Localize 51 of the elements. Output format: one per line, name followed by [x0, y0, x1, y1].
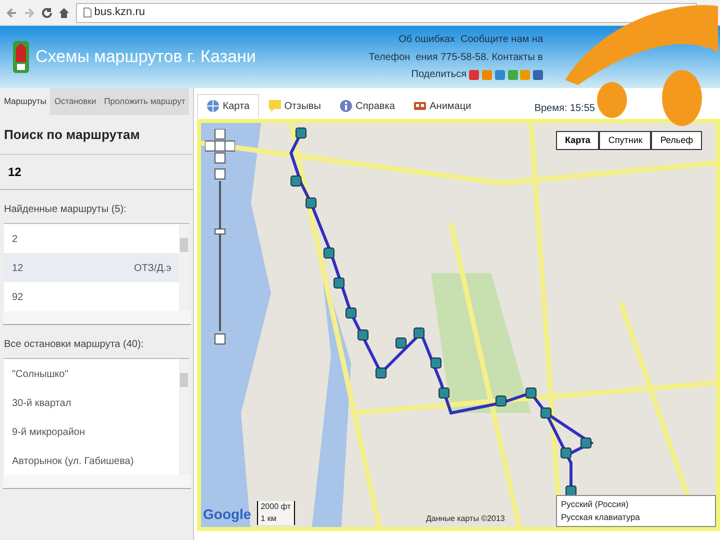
map-attribution: Данные карты ©2013: [426, 512, 505, 524]
map-tab[interactable]: Отзывы: [258, 94, 330, 118]
share-label: Поделиться: [411, 68, 466, 82]
horizontal-scrollbar[interactable]: [2, 475, 190, 490]
tab[interactable]: Остановки: [50, 88, 100, 115]
coat-of-arms-icon: [12, 40, 30, 74]
address-bar[interactable]: bus.kzn.ru: [76, 2, 697, 22]
train-icon: [412, 99, 427, 113]
site-title: Схемы маршрутов г. Казани: [36, 46, 256, 68]
scrollbar[interactable]: [179, 359, 190, 476]
notice-text: Сообщите нам на: [460, 32, 543, 47]
page-icon: [82, 7, 92, 18]
scrollbar[interactable]: [179, 224, 190, 312]
phone-text: Телефон: [368, 50, 410, 64]
map-tab[interactable]: Анимаци: [404, 94, 480, 118]
reload-icon[interactable]: [40, 6, 52, 18]
stops-label: Все остановки маршрута: [4, 338, 120, 352]
found-label: Найденные маршруты: [4, 203, 109, 218]
map-type-button[interactable]: Спутник: [599, 130, 652, 150]
map-type-button[interactable]: Карта: [556, 130, 600, 150]
note-icon: [268, 99, 282, 113]
back-icon[interactable]: [6, 6, 18, 18]
tab[interactable]: Проложить маршрут: [100, 88, 190, 115]
found-label-count: (5):: [111, 203, 126, 218]
share-icon[interactable]: [508, 70, 518, 80]
scale-label: 2000 фт: [260, 500, 291, 512]
share-icon[interactable]: [469, 70, 480, 80]
notice-text: Об ошибках: [398, 32, 455, 47]
stops-label-count: (40):: [123, 338, 144, 352]
globe-icon: [206, 99, 220, 113]
phone-text: ения 775-58-58. Контакты в: [416, 50, 543, 64]
share-icon[interactable]: [533, 70, 543, 80]
share-icon[interactable]: [494, 70, 505, 80]
info-icon: [338, 99, 353, 113]
share-icon[interactable]: [482, 70, 492, 80]
horizontal-scrollbar[interactable]: [2, 311, 190, 326]
map-tab[interactable]: Карта: [197, 94, 259, 118]
scale-label: 1 км: [260, 512, 278, 524]
language-option[interactable]: Русский (Россия): [561, 498, 711, 511]
home-icon[interactable]: [58, 6, 70, 18]
forward-icon[interactable]: [23, 6, 35, 18]
map-drawing[interactable]: [201, 122, 716, 526]
share-icon[interactable]: [520, 70, 530, 80]
route-item[interactable]: 12 ОТЗ/Д.э: [4, 253, 180, 282]
language-option[interactable]: Русская клавиатура: [561, 510, 711, 524]
map-logo: Google: [203, 504, 252, 524]
url-text: bus.kzn.ru: [94, 5, 145, 20]
route-note: ОТЗ/Д.э: [134, 262, 172, 274]
map-tab[interactable]: Справка: [330, 94, 404, 118]
time-text: Время: 15:55: [534, 102, 595, 116]
map-type-button[interactable]: Рельеф: [651, 130, 702, 150]
